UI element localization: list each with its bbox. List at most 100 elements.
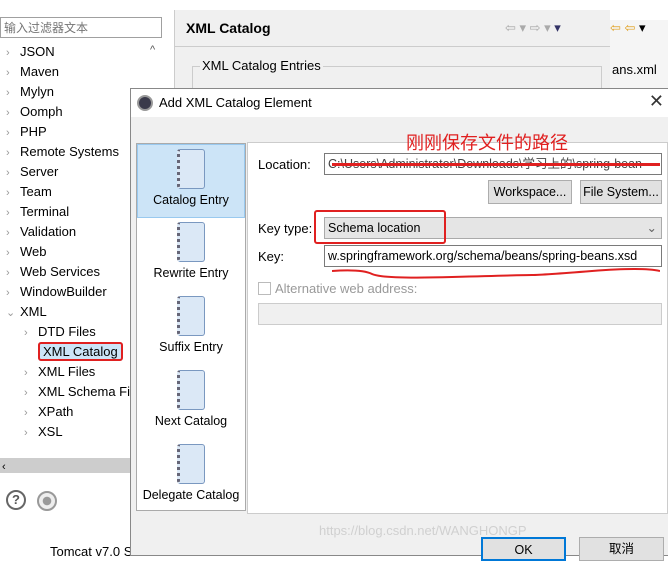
- server-entry: Tomcat v7.0 S: [50, 544, 133, 559]
- tree-item-label: PHP: [20, 124, 47, 139]
- tree-child-item[interactable]: › XSL: [24, 422, 63, 442]
- horizontal-scrollbar[interactable]: ‹: [0, 458, 130, 473]
- chevron-right-icon[interactable]: ›: [6, 163, 20, 183]
- tree-item-label: Server: [20, 164, 59, 179]
- file-system-button[interactable]: File System...: [580, 180, 662, 204]
- tree-item-label: DTD Files: [38, 324, 96, 339]
- eclipse-icon: [137, 95, 153, 111]
- category-delegate-catalog[interactable]: Delegate Catalog: [137, 440, 245, 514]
- tree-child-item[interactable]: XML Catalog: [24, 342, 123, 362]
- category-catalog-entry[interactable]: Catalog Entry: [137, 144, 245, 218]
- tree-item-label: WindowBuilder: [20, 284, 107, 299]
- chevron-right-icon[interactable]: ›: [6, 103, 20, 123]
- tree-item[interactable]: › Server: [6, 162, 58, 182]
- location-label: Location:: [258, 157, 311, 172]
- tree-child-item[interactable]: › XML Files: [24, 362, 95, 382]
- annotation-text: 刚刚保存文件的路径: [406, 133, 568, 153]
- chevron-down-icon: ⌄: [646, 221, 657, 235]
- tree-item-label: Team: [20, 184, 52, 199]
- chevron-right-icon[interactable]: ›: [6, 183, 20, 203]
- tree-item[interactable]: › PHP: [6, 122, 47, 142]
- tree-item-label: Web: [20, 244, 47, 259]
- catalog-icon: [177, 444, 205, 484]
- alternative-label: Alternative web address:: [275, 281, 418, 296]
- category-suffix-entry[interactable]: Suffix Entry: [137, 292, 245, 366]
- chevron-down-icon[interactable]: ⌄: [6, 303, 20, 323]
- tree-item-label: XML Files: [38, 364, 96, 379]
- chevron-right-icon[interactable]: ›: [6, 83, 20, 103]
- chevron-right-icon[interactable]: ›: [6, 43, 20, 63]
- add-xml-catalog-dialog: Add XML Catalog Element ✕ Catalog Entry R…: [130, 88, 668, 561]
- chevron-right-icon[interactable]: ›: [6, 203, 20, 223]
- tree-child-item[interactable]: › XML Schema Fi: [24, 382, 130, 402]
- group-label: XML Catalog Entries: [200, 58, 323, 73]
- tree-item[interactable]: › Mylyn: [6, 82, 54, 102]
- category-label: Catalog Entry: [153, 193, 229, 207]
- tree-item-label: Terminal: [20, 204, 70, 219]
- tree-child-item[interactable]: › XPath: [24, 402, 73, 422]
- tree-item-label: JSON: [20, 44, 55, 59]
- chevron-right-icon[interactable]: ›: [6, 283, 20, 303]
- chevron-right-icon[interactable]: ›: [6, 143, 20, 163]
- chevron-right-icon[interactable]: ›: [6, 63, 20, 83]
- category-rewrite-entry[interactable]: Rewrite Entry: [137, 218, 245, 292]
- tree-item[interactable]: › Oomph: [6, 102, 63, 122]
- chevron-right-icon: ›: [24, 427, 28, 439]
- tree-item-label: Oomph: [20, 104, 63, 119]
- scroll-up-icon[interactable]: ^: [150, 44, 155, 56]
- tree-item[interactable]: › Maven: [6, 62, 59, 82]
- chevron-right-icon[interactable]: ›: [6, 223, 20, 243]
- tree-item[interactable]: › WindowBuilder: [6, 282, 107, 302]
- tree-item-label: XML Schema Fi: [38, 384, 130, 399]
- tree-item-label: Remote Systems: [20, 144, 119, 159]
- nav-arrows-icon[interactable]: ⇦ ▾ ⇨ ▾ ▾: [505, 20, 561, 36]
- alternative-input: [258, 303, 662, 325]
- watermark: https://blog.csdn.net/WANGHONGP: [319, 523, 527, 538]
- category-label: Rewrite Entry: [153, 266, 229, 280]
- category-list: Catalog Entry Rewrite Entry Suffix Entry Ne…: [136, 143, 246, 511]
- category-next-catalog[interactable]: Next Catalog: [137, 366, 245, 440]
- chevron-right-icon: ›: [24, 407, 28, 419]
- category-label: Next Catalog: [154, 414, 228, 428]
- editor-tab[interactable]: ans.xml: [612, 62, 657, 77]
- tree-item-label: Web Services: [20, 264, 100, 279]
- tree-item-label: XSL: [38, 424, 63, 439]
- ok-button[interactable]: OK: [481, 537, 566, 561]
- dialog-title: Add XML Catalog Element: [131, 89, 668, 117]
- workspace-button[interactable]: Workspace...: [488, 180, 572, 204]
- catalog-icon: [177, 149, 205, 189]
- chevron-right-icon[interactable]: ›: [6, 263, 20, 283]
- tree-item[interactable]: › Web: [6, 242, 47, 262]
- tree-item[interactable]: › Team: [6, 182, 52, 202]
- key-input[interactable]: w.springframework.org/schema/beans/sprin…: [324, 245, 662, 267]
- tree-item[interactable]: › Remote Systems: [6, 142, 119, 162]
- chevron-right-icon: ›: [24, 367, 28, 379]
- key-label: Key:: [258, 249, 285, 264]
- filter-input[interactable]: [0, 17, 162, 38]
- catalog-icon: [177, 222, 205, 262]
- alternative-checkbox[interactable]: [258, 282, 271, 295]
- tree-item-label: Mylyn: [20, 84, 54, 99]
- tree-item-label: XML: [20, 304, 47, 319]
- chevron-right-icon: ›: [24, 327, 28, 339]
- tree-item[interactable]: › Web Services: [6, 262, 100, 282]
- tree-child-item[interactable]: › DTD Files: [24, 322, 96, 342]
- cancel-button[interactable]: 取消: [579, 537, 664, 561]
- tree-item[interactable]: › Validation: [6, 222, 76, 242]
- catalog-icon: [177, 370, 205, 410]
- close-icon[interactable]: ✕: [649, 91, 664, 112]
- tree-item[interactable]: › JSON: [6, 42, 55, 62]
- tree-item[interactable]: › Terminal: [6, 202, 69, 222]
- record-icon[interactable]: [37, 491, 57, 511]
- catalog-icon: [177, 296, 205, 336]
- page-title: XML Catalog: [186, 20, 271, 36]
- tree-item-label: Maven: [20, 64, 60, 79]
- category-label: Suffix Entry: [159, 340, 223, 354]
- editor-toolbar: ⇦ ⇦ ▾: [610, 20, 668, 90]
- help-icon[interactable]: ?: [6, 490, 26, 510]
- category-label: Delegate Catalog: [142, 488, 240, 502]
- entry-form: 刚刚保存文件的路径 Location: C:\Users\Administrat…: [247, 133, 668, 514]
- chevron-right-icon[interactable]: ›: [6, 123, 20, 143]
- tree-item[interactable]: ⌄ XML: [6, 302, 47, 322]
- chevron-right-icon[interactable]: ›: [6, 243, 20, 263]
